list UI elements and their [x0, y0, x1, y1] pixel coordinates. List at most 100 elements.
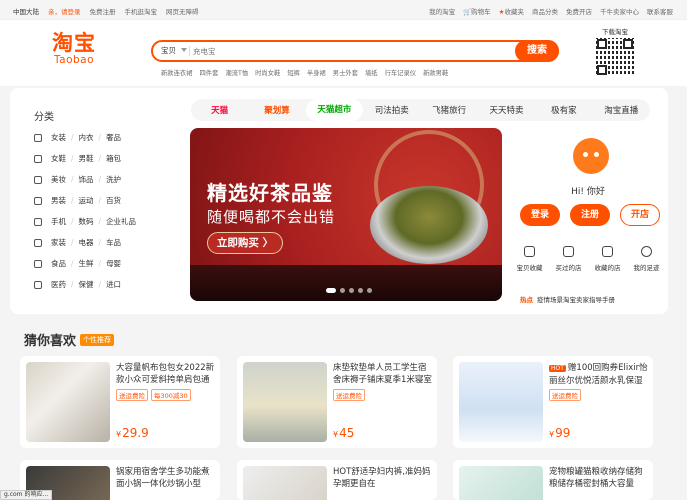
register-link[interactable]: 免费注册: [90, 6, 116, 16]
search-button[interactable]: 搜索: [515, 40, 559, 62]
mobile-link[interactable]: 手机逛淘宝: [125, 6, 158, 16]
category-link[interactable]: 百货: [106, 195, 121, 206]
bought-shops-link[interactable]: 买过的店: [549, 246, 588, 272]
hotword[interactable]: 行车记录仪: [385, 68, 416, 77]
login-link[interactable]: 亲，请登录: [48, 6, 81, 16]
carousel-dot[interactable]: [358, 288, 363, 293]
buy-now-button[interactable]: 立即购买 〉: [207, 232, 283, 254]
open-shop-button[interactable]: 开店: [620, 204, 660, 226]
my-taobao-link[interactable]: 我的淘宝: [429, 6, 455, 16]
product-title: 大容量帆布包包女2022新款小众可爱斜挎单肩包通: [116, 363, 215, 385]
product-title: 宠物粮罐猫粮收纳存储狗粮储存桶密封桶大容量: [549, 467, 643, 489]
category-link[interactable]: 男鞋: [79, 153, 94, 164]
hotword[interactable]: 新款男鞋: [423, 68, 448, 77]
category-link[interactable]: 生鲜: [79, 258, 94, 269]
medicine-icon: [34, 280, 42, 289]
tab-jiyoujia[interactable]: 极有家: [535, 104, 592, 116]
category-link[interactable]: 女装: [51, 132, 66, 143]
open-shop-link[interactable]: 免费开店: [566, 6, 592, 16]
logo-en: Taobao: [53, 54, 95, 66]
hotword[interactable]: 半身裙: [307, 68, 326, 77]
tab-live[interactable]: 淘宝直播: [593, 104, 650, 116]
favorites-link[interactable]: ★收藏夹: [499, 6, 524, 16]
product-card[interactable]: 大容量帆布包包女2022新款小众可爱斜挎单肩包通 送运费险 每300减30 ¥29…: [20, 356, 220, 448]
hotword[interactable]: 四件套: [199, 68, 218, 77]
category-link[interactable]: 电器: [79, 237, 94, 248]
search-category[interactable]: 宝贝: [161, 45, 176, 56]
tab-auction[interactable]: 司法拍卖: [363, 104, 420, 116]
category-link[interactable]: 企业礼品: [106, 216, 136, 227]
category-link[interactable]: 医药: [51, 279, 66, 290]
category-link[interactable]: 饰品: [79, 174, 94, 185]
product-card[interactable]: 宠物粮罐猫粮收纳存储狗粮储存桶密封桶大容量: [453, 460, 653, 500]
category-link[interactable]: 保健: [79, 279, 94, 290]
product-card[interactable]: HOT舒适孕妇内裤,准妈妈孕期更自在: [237, 460, 437, 500]
hotword[interactable]: 墙纸: [365, 68, 378, 77]
category-link[interactable]: 数码: [79, 216, 94, 227]
accessibility-link[interactable]: 网页无障碍: [166, 6, 199, 16]
hotword[interactable]: 短裤: [287, 68, 300, 77]
product-image: [243, 466, 327, 500]
category-link[interactable]: 男装: [51, 195, 66, 206]
avatar[interactable]: [573, 138, 609, 174]
download-qr[interactable]: 下载淘宝: [594, 26, 636, 76]
login-button[interactable]: 登录: [520, 204, 560, 226]
promo-banner[interactable]: 精选好茶品鉴 随便喝都不会出错 立即购买 〉: [190, 128, 502, 301]
customer-service-link[interactable]: 联系客服: [647, 6, 673, 16]
hotword[interactable]: 新款连衣裙: [161, 68, 192, 77]
footprints-link[interactable]: 我的足迹: [627, 246, 666, 272]
product-tag: 送运费险: [333, 389, 365, 401]
category-link[interactable]: 商品分类: [532, 6, 558, 16]
region-selector[interactable]: 中国大陆: [13, 6, 39, 16]
product-card[interactable]: 床垫软垫单人员工学生宿舍床褥子铺床夏季1米寝室 送运费险 ¥45: [237, 356, 437, 448]
category-link[interactable]: 奢品: [106, 132, 121, 143]
category-link[interactable]: 女鞋: [51, 153, 66, 164]
product-title: HOT舒适孕妇内裤,准妈妈孕期更自在: [333, 467, 431, 489]
seller-center-link[interactable]: 千牛卖家中心: [600, 6, 639, 16]
banner-floor: [190, 265, 502, 301]
category-link[interactable]: 箱包: [106, 153, 121, 164]
category-link[interactable]: 食品: [51, 258, 66, 269]
main-panel: 分类 女装 / 内衣 / 奢品 女鞋 / 男鞋 / 箱包 美妆 / 饰品 / 洗护 男装 / …: [10, 88, 668, 314]
hot-keywords: 新款连衣裙 四件套 潮流T恤 时尚女鞋 短裤 半身裙 男士外套 墙纸 行车记录仪…: [161, 68, 448, 77]
product-price: ¥99: [549, 426, 571, 440]
category-link[interactable]: 洗护: [106, 174, 121, 185]
register-button[interactable]: 注册: [570, 204, 610, 226]
product-price: ¥45: [333, 426, 355, 440]
notice[interactable]: 热点 疫情场景淘宝卖家指导手册: [520, 294, 615, 304]
cart-link[interactable]: 🛒购物车: [463, 6, 491, 16]
category-row: 女鞋 / 男鞋 / 箱包: [34, 153, 121, 164]
category-link[interactable]: 进口: [106, 279, 121, 290]
carousel-dot[interactable]: [367, 288, 372, 293]
tab-juhuasuan[interactable]: 聚划算: [248, 104, 305, 116]
favorite-items-link[interactable]: 宝贝收藏: [510, 246, 549, 272]
hotword[interactable]: 时尚女鞋: [255, 68, 280, 77]
favorite-shops-link[interactable]: 收藏的店: [588, 246, 627, 272]
category-row: 手机 / 数码 / 企业礼品: [34, 216, 136, 227]
category-link[interactable]: 手机: [51, 216, 66, 227]
hotword[interactable]: 潮流T恤: [225, 68, 248, 77]
search-input[interactable]: [193, 44, 463, 58]
greeting: Hi! 你好: [571, 187, 605, 197]
feed-tag: 个性推荐: [80, 333, 115, 346]
hotword[interactable]: 男士外套: [333, 68, 358, 77]
tab-fliggy[interactable]: 飞猪旅行: [421, 104, 478, 116]
product-card[interactable]: HOT 赠100回购券Elixir怡丽丝尔优悦活颜水乳保湿 送运费险 ¥99: [453, 356, 653, 448]
category-link[interactable]: 车品: [106, 237, 121, 248]
tab-tmall[interactable]: 天猫: [191, 104, 248, 116]
category-link[interactable]: 美妆: [51, 174, 66, 185]
store-icon: [602, 246, 613, 257]
chevron-down-icon[interactable]: [181, 48, 187, 52]
product-title: 锅家用宿舍学生多功能煮面小锅一体化炒锅小型: [116, 467, 210, 489]
taobao-logo[interactable]: 淘宝 Taobao: [52, 32, 96, 66]
category-link[interactable]: 内衣: [79, 132, 94, 143]
tab-daily-sale[interactable]: 天天特卖: [478, 104, 535, 116]
carousel-dot[interactable]: [326, 288, 336, 293]
category-link[interactable]: 母婴: [106, 258, 121, 269]
category-link[interactable]: 运动: [79, 195, 94, 206]
carousel-dots[interactable]: [326, 288, 372, 293]
carousel-dot[interactable]: [349, 288, 354, 293]
tab-tmall-market[interactable]: 天猫超市: [305, 99, 364, 121]
category-link[interactable]: 家装: [51, 237, 66, 248]
carousel-dot[interactable]: [340, 288, 345, 293]
